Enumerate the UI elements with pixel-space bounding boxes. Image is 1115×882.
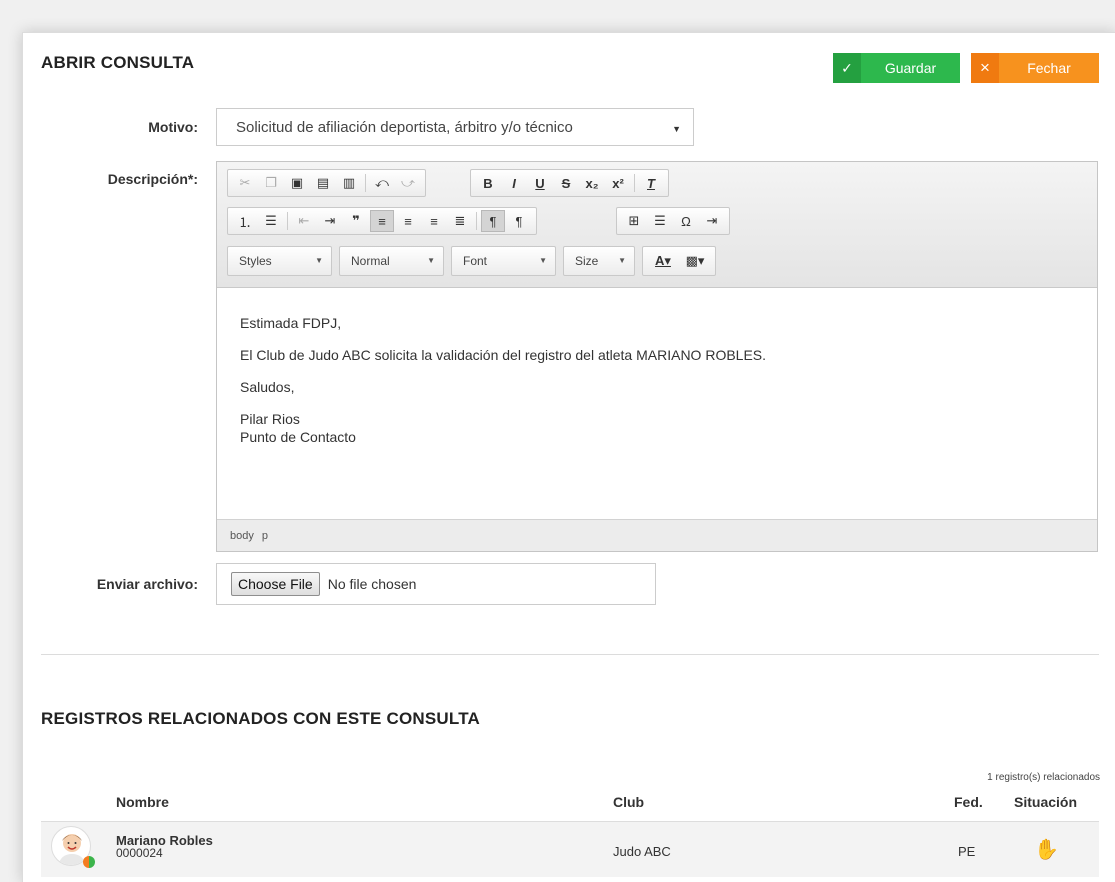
editor-content[interactable]: Estimada FDPJ, El Club de Judo ABC solic… xyxy=(240,314,766,446)
chevron-down-icon: ▼ xyxy=(427,256,435,265)
align-justify-icon[interactable]: ≣ xyxy=(448,210,472,232)
align-right-icon[interactable]: ≡ xyxy=(422,210,446,232)
horizontal-rule-icon[interactable]: ☰ xyxy=(648,210,672,232)
row-fed: PE xyxy=(958,844,976,859)
editor-toolbar: ✂ ❐ ▣ ▤ ▥ ⤺ ⤻ B I U S x₂ x² T ⒈ ☰ ⇤ ⇥ ❞ … xyxy=(217,162,1097,288)
remove-format-icon[interactable]: T xyxy=(639,172,663,194)
column-header-name: Nombre xyxy=(116,794,169,810)
descripcion-label: Descripción*: xyxy=(107,171,198,187)
italic-icon[interactable]: I xyxy=(502,172,526,194)
path-item-p[interactable]: p xyxy=(262,530,268,542)
archivo-label: Enviar archivo: xyxy=(96,576,198,592)
column-header-club: Club xyxy=(613,794,645,810)
x-icon: × xyxy=(971,53,999,83)
row-club: Judo ABC xyxy=(613,844,671,859)
table-row[interactable]: Mariano Robles 0000024 Judo ABC PE ✋ xyxy=(41,821,1099,877)
motivo-label: Motivo: xyxy=(148,119,198,135)
column-header-status: Situación xyxy=(1014,794,1078,810)
rich-text-editor: ✂ ❐ ▣ ▤ ▥ ⤺ ⤻ B I U S x₂ x² T ⒈ ☰ ⇤ ⇥ ❞ … xyxy=(216,161,1098,552)
content-greeting: Estimada FDPJ, xyxy=(240,315,342,331)
ltr-icon[interactable]: ¶ xyxy=(481,210,505,232)
page-title: ABRIR CONSULTA xyxy=(41,53,195,72)
undo-icon[interactable]: ⤺ xyxy=(370,172,394,194)
motivo-select[interactable]: Solicitud de afiliación deportista, árbi… xyxy=(216,108,694,146)
paste-text-icon[interactable]: ▤ xyxy=(311,172,335,194)
bold-icon[interactable]: B xyxy=(476,172,500,194)
editor-path-bar: body p xyxy=(217,519,1097,551)
font-combo[interactable]: Font ▼ xyxy=(451,246,556,276)
chevron-down-icon: ▼ xyxy=(539,256,547,265)
paste-word-icon[interactable]: ▥ xyxy=(337,172,361,194)
save-button[interactable]: ✓ Guardar xyxy=(833,53,960,83)
indent-icon[interactable]: ⇥ xyxy=(318,210,342,232)
subscript-icon[interactable]: x₂ xyxy=(580,172,604,194)
underline-icon[interactable]: U xyxy=(528,172,552,194)
table-icon[interactable]: ⊞ xyxy=(622,210,646,232)
format-combo[interactable]: Normal ▼ xyxy=(339,246,444,276)
align-left-icon[interactable]: ≡ xyxy=(370,210,394,232)
file-status: No file chosen xyxy=(327,576,417,592)
save-button-label: Guardar xyxy=(884,60,937,76)
chevron-down-icon: ▼ xyxy=(672,124,681,134)
status-dot xyxy=(83,856,95,868)
blockquote-icon[interactable]: ❞ xyxy=(344,210,368,232)
hand-icon[interactable]: ✋ xyxy=(1034,837,1059,862)
toolbar-clipboard-group: ✂ ❐ ▣ ▤ ▥ ⤺ ⤻ xyxy=(227,169,426,197)
content-closing: Saludos, xyxy=(240,379,295,395)
toolbar-colors-group: A▾ ▩▾ xyxy=(642,246,716,276)
paste-icon[interactable]: ▣ xyxy=(285,172,309,194)
align-center-icon[interactable]: ≡ xyxy=(396,210,420,232)
related-count: 1 registro(s) relacionados xyxy=(987,772,1100,783)
chevron-down-icon: ▼ xyxy=(315,256,323,265)
close-button-label: Fechar xyxy=(1027,60,1071,76)
motivo-selected-value: Solicitud de afiliación deportista, árbi… xyxy=(236,118,573,136)
bulleted-list-icon[interactable]: ☰ xyxy=(259,210,283,232)
path-item-body[interactable]: body xyxy=(230,530,254,542)
copy-icon[interactable]: ❐ xyxy=(259,172,283,194)
special-char-icon[interactable]: Ω xyxy=(674,210,698,232)
rtl-icon[interactable]: ¶ xyxy=(507,210,531,232)
row-id: 0000024 xyxy=(116,846,163,860)
text-color-icon[interactable]: A▾ xyxy=(648,250,678,272)
consulta-panel: ABRIR CONSULTA ✓ Guardar × Fechar Motivo… xyxy=(22,32,1115,882)
toolbar-paragraph-group: ⒈ ☰ ⇤ ⇥ ❞ ≡ ≡ ≡ ≣ ¶ ¶ xyxy=(227,207,537,235)
cut-icon[interactable]: ✂ xyxy=(233,172,257,194)
close-button[interactable]: × Fechar xyxy=(971,53,1099,83)
toolbar-insert-group: ⊞ ☰ Ω ⇥ xyxy=(616,207,730,235)
superscript-icon[interactable]: x² xyxy=(606,172,630,194)
size-combo[interactable]: Size ▼ xyxy=(563,246,635,276)
page-break-icon[interactable]: ⇥ xyxy=(700,210,724,232)
redo-icon[interactable]: ⤻ xyxy=(396,172,420,194)
toolbar-basicstyles-group: B I U S x₂ x² T xyxy=(470,169,669,197)
numbered-list-icon[interactable]: ⒈ xyxy=(233,210,257,232)
strike-icon[interactable]: S xyxy=(554,172,578,194)
styles-combo[interactable]: Styles ▼ xyxy=(227,246,332,276)
choose-file-button[interactable]: Choose File xyxy=(231,572,320,596)
file-input[interactable]: Choose File No file chosen xyxy=(216,563,656,605)
related-section-title: REGISTROS RELACIONADOS CON ESTE CONSULTA xyxy=(41,709,481,728)
content-signature-role: Punto de Contacto xyxy=(240,429,356,445)
column-header-fed: Fed. xyxy=(954,794,983,810)
check-icon: ✓ xyxy=(833,53,861,83)
chevron-down-icon: ▼ xyxy=(618,256,626,265)
content-body: El Club de Judo ABC solicita la validaci… xyxy=(240,347,767,363)
outdent-icon[interactable]: ⇤ xyxy=(292,210,316,232)
bg-color-icon[interactable]: ▩▾ xyxy=(680,250,710,272)
section-divider xyxy=(41,654,1099,655)
content-signature-name: Pilar Rios xyxy=(240,411,300,427)
